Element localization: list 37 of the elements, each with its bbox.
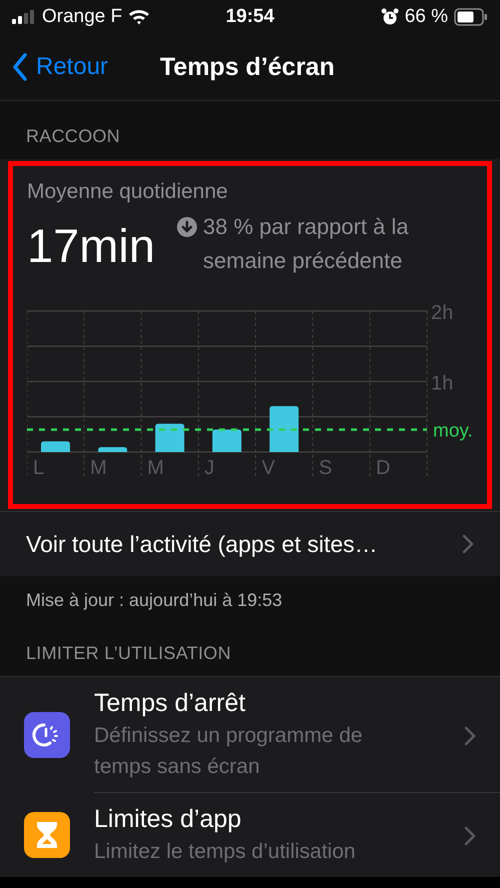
battery-icon [454, 8, 488, 26]
axis-label: 1h [431, 372, 454, 394]
update-time-text: Mise à jour : aujourd’hui à 19:53 [26, 590, 282, 610]
day-label: S [318, 457, 332, 478]
chevron-right-icon [464, 826, 476, 846]
back-button[interactable]: Retour [0, 53, 108, 81]
average-marker-label: moy. [433, 420, 473, 442]
wifi-icon [128, 9, 150, 25]
row-title: Limites d’app [94, 805, 242, 834]
average-label: Moyenne quotidienne [27, 180, 229, 204]
row-subtitle: Limitez le temps d’utilisation [94, 839, 356, 865]
see-all-activity-link[interactable]: Voir toute l’activité (apps et sites… [0, 512, 500, 576]
clock-time: 19:54 [226, 6, 274, 28]
day-label: L [33, 457, 44, 478]
average-value: 17min [27, 218, 156, 273]
axis-label: 2h [431, 302, 454, 324]
screen-title: Temps d’écran [160, 52, 335, 82]
settings-row[interactable]: Limites d’app Limitez le temps d’utilisation [0, 793, 500, 877]
section-header: LIMITER L’UTILISATION [26, 643, 232, 664]
day-label: V [262, 457, 275, 478]
day-label: M [90, 457, 107, 478]
day-label: D [376, 457, 390, 478]
row-title: Temps d’arrêt [94, 689, 246, 718]
chevron-left-icon [12, 53, 28, 81]
day-label: J [204, 457, 214, 478]
battery-percent: 66 % [404, 6, 448, 28]
row-subtitle: Définissez un programme de temps sans écran [94, 723, 364, 780]
day-label: M [147, 457, 164, 478]
chevron-right-icon [464, 726, 476, 746]
signal-icon [12, 10, 36, 24]
settings-row[interactable]: Temps d’arrêt Définissez un programme de temps sans écran [0, 677, 500, 793]
hourglass-icon [34, 820, 60, 850]
comparison-text: 38 % par rapport à la semaine précédente [203, 213, 410, 275]
alarm-icon [380, 8, 399, 26]
section-header: RACCOON [26, 126, 120, 147]
carrier-name: Orange F [42, 6, 122, 28]
chevron-right-icon [462, 534, 474, 554]
